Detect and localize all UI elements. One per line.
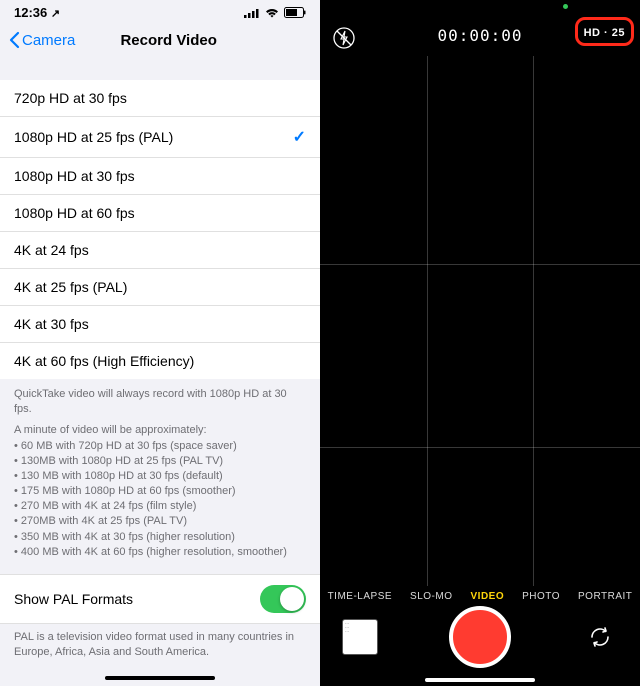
pal-toggle[interactable] — [260, 585, 306, 613]
flip-camera-button[interactable] — [582, 619, 618, 655]
mode-photo[interactable]: PHOTO — [522, 591, 560, 602]
resolution-option-label: 1080p HD at 25 fps (PAL) — [14, 129, 173, 145]
flip-camera-icon — [588, 625, 612, 649]
mode-slomo[interactable]: SLO-MO — [410, 591, 452, 602]
mode-selector[interactable]: TIME-LAPSE SLO-MO VIDEO PHOTO PORTRAIT — [320, 591, 640, 602]
flash-off-icon — [333, 27, 355, 49]
location-arrow-icon: ↗ — [51, 8, 60, 20]
resolution-option-label: 1080p HD at 30 fps — [14, 168, 135, 184]
chevron-left-icon — [8, 31, 20, 49]
size-bullet: 175 MB with 1080p HD at 60 fps (smoother… — [14, 484, 306, 499]
last-photo-thumbnail[interactable]: ········· — [342, 619, 378, 655]
format-badge[interactable]: HD · 25 — [584, 27, 625, 39]
resolution-option-label: 4K at 60 fps (High Efficiency) — [14, 353, 194, 369]
size-bullet: 350 MB with 4K at 30 fps (higher resolut… — [14, 530, 306, 545]
resolution-list: 720p HD at 30 fps 1080p HD at 25 fps (PAL… — [0, 80, 320, 379]
size-bullet: 270 MB with 4K at 24 fps (film style) — [14, 499, 306, 514]
resolution-option-label: 1080p HD at 60 fps — [14, 205, 135, 221]
pal-description: PAL is a television video format used in… — [0, 624, 320, 660]
status-icons — [244, 7, 306, 18]
size-bullet: 130MB with 1080p HD at 25 fps (PAL TV) — [14, 454, 306, 469]
resolution-option[interactable]: 720p HD at 30 fps — [0, 80, 320, 117]
shutter-button[interactable] — [449, 606, 511, 668]
mode-timelapse[interactable]: TIME-LAPSE — [328, 591, 392, 602]
resolution-option[interactable]: 4K at 30 fps — [0, 306, 320, 343]
size-bullet: 130 MB with 1080p HD at 30 fps (default) — [14, 469, 306, 484]
settings-screen: 12:36 ↗ Camera Record Video 720p HD at 3… — [0, 0, 320, 686]
footer-text: QuickTake video will always record with … — [0, 379, 320, 560]
resolution-option-label: 4K at 30 fps — [14, 316, 89, 332]
resolution-option[interactable]: 4K at 60 fps (High Efficiency) — [0, 343, 320, 379]
resolution-option-label: 720p HD at 30 fps — [14, 90, 127, 106]
cellular-icon — [244, 8, 260, 18]
quicktake-note: QuickTake video will always record with … — [14, 387, 306, 417]
resolution-option[interactable]: 1080p HD at 30 fps — [0, 158, 320, 195]
resolution-option[interactable]: 4K at 25 fps (PAL) — [0, 269, 320, 306]
resolution-option-label: 4K at 24 fps — [14, 242, 89, 258]
resolution-option[interactable]: 1080p HD at 60 fps — [0, 195, 320, 232]
home-indicator[interactable] — [425, 678, 535, 682]
nav-bar: Camera Record Video — [0, 22, 320, 58]
resolution-option[interactable]: 1080p HD at 25 fps (PAL) ✓ — [0, 117, 320, 158]
mode-video[interactable]: VIDEO — [471, 591, 505, 602]
resolution-option[interactable]: 4K at 24 fps — [0, 232, 320, 269]
camera-controls: ········· — [320, 606, 640, 668]
sizes-list: 60 MB with 720p HD at 30 fps (space save… — [14, 439, 306, 560]
camera-top-bar: 00:00:00 HD · 25 — [320, 26, 640, 45]
battery-icon — [284, 7, 306, 18]
checkmark-icon: ✓ — [293, 127, 306, 147]
status-time: 12:36 ↗ — [14, 5, 60, 20]
page-title: Record Video — [25, 32, 312, 49]
resolution-option-label: 4K at 25 fps (PAL) — [14, 279, 127, 295]
home-indicator[interactable] — [105, 676, 215, 680]
camera-privacy-dot-icon — [563, 4, 568, 9]
size-bullet: 270MB with 4K at 25 fps (PAL TV) — [14, 514, 306, 529]
format-badge-highlight: HD · 25 — [575, 23, 634, 41]
size-bullet: 60 MB with 720p HD at 30 fps (space save… — [14, 439, 306, 454]
pal-toggle-label: Show PAL Formats — [14, 591, 133, 607]
size-bullet: 400 MB with 4K at 60 fps (higher resolut… — [14, 545, 306, 560]
status-bar: 12:36 ↗ — [0, 0, 320, 22]
pal-toggle-row: Show PAL Formats — [0, 574, 320, 624]
mode-portrait[interactable]: PORTRAIT — [578, 591, 632, 602]
wifi-icon — [265, 8, 279, 18]
sizes-lead: A minute of video will be approximately: — [14, 423, 306, 438]
notch — [405, 0, 555, 22]
flash-off-button[interactable] — [332, 26, 356, 50]
recording-timer: 00:00:00 — [437, 26, 522, 45]
camera-screen: 00:00:00 HD · 25 TIME-LAPSE SLO-MO VIDEO PH… — [320, 0, 640, 686]
